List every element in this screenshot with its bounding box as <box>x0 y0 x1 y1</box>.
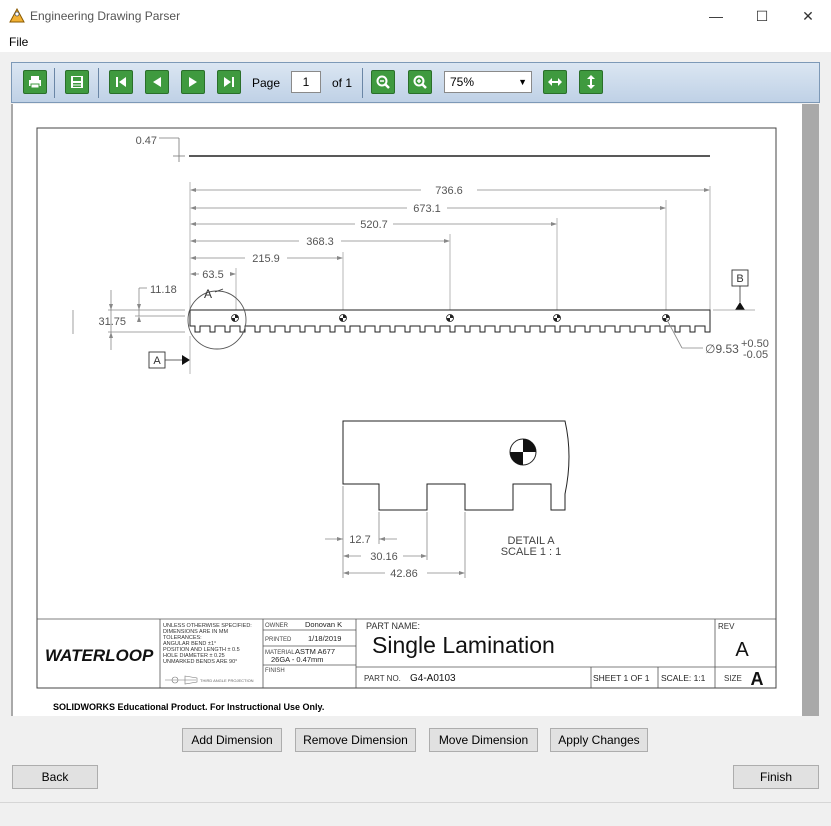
width-dim-31-75: 31.75 <box>98 316 126 328</box>
first-page-button[interactable] <box>109 70 133 94</box>
document-viewer[interactable]: 0.47 736.6 673.1 520.7 368.3 215.9 63.5 … <box>11 104 819 716</box>
maximize-icon: ☐ <box>755 7 769 24</box>
last-page-icon <box>224 77 234 87</box>
move-dimension-button[interactable]: Move Dimension <box>429 728 538 752</box>
toolbar-separator <box>54 68 55 98</box>
fit-height-icon <box>587 75 595 89</box>
first-page-icon <box>116 77 126 87</box>
dim-215-9: 215.9 <box>252 253 280 265</box>
zoom-in-icon <box>413 75 427 89</box>
menu-bar: File <box>0 32 831 52</box>
page-count-label: of 1 <box>332 76 353 90</box>
fit-height-button[interactable] <box>579 70 603 94</box>
page-number-input[interactable]: 1 <box>291 71 321 93</box>
next-page-button[interactable] <box>181 70 205 94</box>
svg-text:PRINTED: PRINTED <box>265 637 292 643</box>
part-name-label: PART NAME: <box>366 621 420 631</box>
detail-scale: SCALE 1 : 1 <box>501 546 562 558</box>
thickness-dim: 0.47 <box>136 135 157 147</box>
fit-width-icon <box>548 78 562 86</box>
part-no: G4-A0103 <box>410 673 456 684</box>
educational-notice: SOLIDWORKS Educational Product. For Inst… <box>53 702 325 712</box>
maximize-button[interactable]: ☐ <box>739 0 785 32</box>
datum-b: B <box>736 273 743 285</box>
drawing-page: 0.47 736.6 673.1 520.7 368.3 215.9 63.5 … <box>13 104 802 716</box>
size-value: A <box>751 669 764 689</box>
last-page-button[interactable] <box>217 70 241 94</box>
close-button[interactable]: ✕ <box>785 0 831 32</box>
engineering-drawing: 0.47 736.6 673.1 520.7 368.3 215.9 63.5 … <box>36 127 777 689</box>
dim-673-1: 673.1 <box>413 203 441 215</box>
window-title: Engineering Drawing Parser <box>30 9 181 23</box>
apply-changes-button[interactable]: Apply Changes <box>550 728 648 752</box>
printed-value: 1/18/2019 <box>308 634 341 643</box>
app-icon <box>9 8 25 23</box>
sheet-label: SHEET 1 OF 1 <box>593 673 650 683</box>
viewer-toolbar: Page 1 of 1 75% ▼ <box>11 62 820 103</box>
tolerance-minus: -0.05 <box>743 349 768 361</box>
svg-text:OWNER: OWNER <box>265 623 289 629</box>
height-dim-11-18: 11.18 <box>150 284 177 296</box>
zoom-select[interactable]: 75% ▼ <box>444 71 532 93</box>
svg-text:UNMARKED BENDS ARE 90°: UNMARKED BENDS ARE 90° <box>163 659 237 665</box>
fit-width-button[interactable] <box>543 70 567 94</box>
detail-dim-12-7: 12.7 <box>349 534 370 546</box>
owner-value: Donovan K <box>305 620 342 629</box>
chevron-down-icon: ▼ <box>518 77 527 87</box>
detail-dim-30-16: 30.16 <box>370 551 398 563</box>
zoom-out-button[interactable] <box>371 70 395 94</box>
size-label: SIZE <box>724 674 742 683</box>
detail-a-profile <box>342 420 570 511</box>
scale-label: SCALE: 1:1 <box>661 673 706 683</box>
status-bar <box>0 802 831 826</box>
zoom-out-icon <box>376 75 390 89</box>
material-spec: 26GA - 0.47mm <box>271 655 324 664</box>
projection-label: THIRD ANGLE PROJECTION <box>200 678 254 683</box>
dim-736-6: 736.6 <box>435 185 463 197</box>
part-name: Single Lamination <box>372 632 555 658</box>
dim-63-5: 63.5 <box>202 269 223 281</box>
prev-page-icon <box>153 77 161 87</box>
print-icon <box>29 76 41 89</box>
zoom-value: 75% <box>450 75 475 89</box>
part-no-label: PART NO. <box>364 674 401 683</box>
save-icon <box>71 76 83 88</box>
hole-diameter: ∅9.53 <box>705 342 739 356</box>
remove-dimension-button[interactable]: Remove Dimension <box>295 728 416 752</box>
add-dimension-button[interactable]: Add Dimension <box>182 728 282 752</box>
minimize-icon: — <box>709 8 723 24</box>
svg-text:FINISH: FINISH <box>265 668 285 674</box>
menu-file[interactable]: File <box>9 35 28 49</box>
close-icon: ✕ <box>802 7 814 24</box>
title-bar: Engineering Drawing Parser — ☐ ✕ <box>0 0 831 32</box>
toolbar-separator <box>98 68 99 98</box>
rev-label: REV <box>718 622 735 631</box>
prev-page-button[interactable] <box>145 70 169 94</box>
rev-value: A <box>735 639 749 661</box>
toolbar-separator <box>362 68 363 98</box>
page-label: Page <box>252 76 281 90</box>
dim-520-7: 520.7 <box>360 219 388 231</box>
dim-368-3: 368.3 <box>306 236 334 248</box>
minimize-button[interactable]: — <box>693 0 739 32</box>
waterloop-logo: WATERLOOP <box>45 646 154 665</box>
vertical-scrollbar[interactable] <box>804 104 819 716</box>
detail-marker: A <box>204 287 212 301</box>
finish-button[interactable]: Finish <box>733 765 819 789</box>
save-button[interactable] <box>65 70 89 94</box>
zoom-in-button[interactable] <box>408 70 432 94</box>
datum-a: A <box>153 355 161 367</box>
next-page-icon <box>189 77 197 87</box>
print-button[interactable] <box>23 70 47 94</box>
back-button[interactable]: Back <box>12 765 98 789</box>
detail-dim-42-86: 42.86 <box>390 568 418 580</box>
